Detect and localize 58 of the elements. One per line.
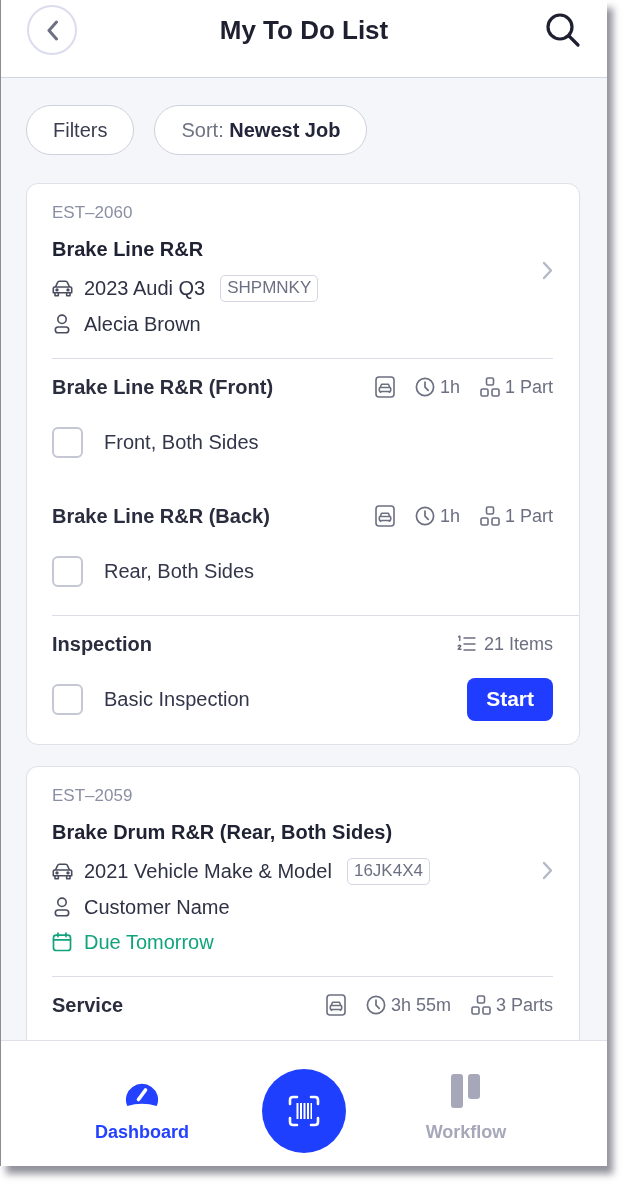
- section-title: Inspection: [52, 632, 152, 657]
- search-icon: [545, 12, 581, 48]
- due-date: Due Tomorrow: [84, 930, 214, 955]
- job-title: Brake Drum R&R (Rear, Both Sides): [52, 820, 393, 845]
- license-plate-tag: 16JK4X4: [346, 857, 430, 885]
- checkbox[interactable]: [52, 426, 83, 458]
- parts-icon: [479, 377, 500, 397]
- nav-tab[interactable]: Dashboard: [82, 1041, 202, 1144]
- vehicle-name: 2023 Audi Q3: [84, 276, 206, 301]
- clock-icon: [414, 377, 435, 397]
- vehicle-name: 2021 Vehicle Make & Model: [84, 859, 332, 884]
- chevron-right-icon: [542, 861, 553, 880]
- license-plate-tag: SHPMNKY: [220, 274, 319, 302]
- chevron-right-icon: [542, 260, 553, 280]
- car-icon: [52, 862, 73, 880]
- gauge-icon: [125, 1081, 159, 1108]
- items-count: 21 Items: [483, 633, 553, 656]
- numbered-list-icon: [456, 635, 476, 653]
- car-icon: [52, 279, 73, 297]
- parts-icon: [470, 995, 491, 1015]
- car-square-icon: [325, 994, 346, 1016]
- car-square-icon: [374, 376, 395, 398]
- filter-chip[interactable]: Filters: [26, 105, 135, 155]
- sort-chip[interactable]: Sort: Newest Job: [154, 105, 368, 155]
- customer-name: Alecia Brown: [84, 312, 201, 337]
- job-title: Brake Line R&R: [52, 237, 204, 262]
- duration-text: 1h: [439, 505, 460, 528]
- parts-icon: [479, 506, 500, 526]
- job-card[interactable]: EST–2059 Brake Drum R&R (Rear, Both Sides) 2021 Vehicle Make & Model 16JK4X4 Customer Name Due Tomorrow Service 3h 55m 3 Parts: [26, 766, 580, 1040]
- person-icon: [54, 314, 70, 334]
- section-title: Brake Line R&R (Back): [52, 504, 270, 529]
- task-label: Rear, Both Sides: [104, 559, 255, 584]
- task-label: Basic Inspection: [104, 687, 250, 712]
- section-title: Service: [52, 993, 124, 1018]
- columns-icon: [451, 1074, 481, 1108]
- back-button[interactable]: [27, 5, 77, 55]
- person-icon: [54, 897, 70, 917]
- job-card[interactable]: EST–2060 Brake Line R&R 2023 Audi Q3 SHPMNKY Alecia Brown Brake Line R&R (Front) 1h 1 Part Front, Both Sides Brake Line R&R (Back) 1h 1 Part Rear, Both Sides Inspection 21 Items Basic Inspection Start: [26, 183, 580, 745]
- duration-text: 1h: [439, 376, 460, 399]
- section-title: Brake Line R&R (Front): [52, 375, 274, 400]
- parts-count: 1 Part: [504, 505, 553, 528]
- task-label: Front, Both Sides: [104, 430, 259, 455]
- checkbox[interactable]: [52, 555, 83, 587]
- clock-icon: [414, 506, 435, 526]
- estimate-number: EST–2060: [52, 202, 133, 224]
- customer-name: Customer Name: [84, 895, 230, 920]
- start-button[interactable]: Start: [467, 677, 553, 721]
- page-title: My To Do List: [219, 14, 389, 47]
- estimate-number: EST–2059: [52, 785, 133, 807]
- parts-count: 1 Part: [504, 376, 553, 399]
- parts-count: 3 Parts: [495, 994, 553, 1017]
- checkbox[interactable]: [52, 683, 83, 715]
- chevron-left-icon: [45, 19, 59, 41]
- calendar-icon: [52, 932, 72, 952]
- barcode-scan-icon: [288, 1095, 320, 1127]
- car-square-icon: [374, 505, 395, 527]
- duration-text: 3h 55m: [390, 994, 451, 1017]
- clock-icon: [365, 995, 386, 1015]
